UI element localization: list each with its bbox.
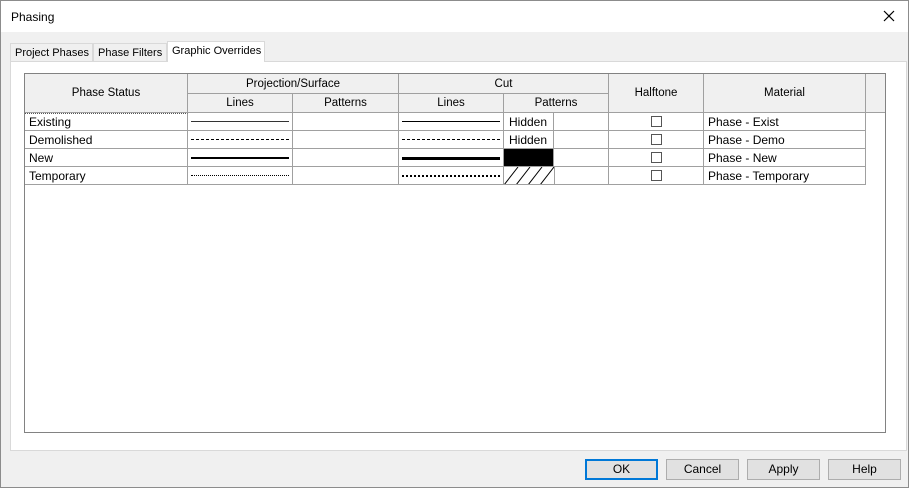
proj-pattern-cell[interactable] bbox=[293, 113, 399, 131]
line-sample bbox=[191, 157, 289, 159]
proj-line-cell[interactable] bbox=[188, 131, 293, 149]
proj-pattern-cell[interactable] bbox=[293, 149, 399, 167]
graphic-overrides-panel: Phase Status Projection/Surface Cut Half… bbox=[10, 61, 907, 451]
header-cut[interactable]: Cut bbox=[399, 74, 609, 94]
proj-line-cell[interactable] bbox=[188, 167, 293, 185]
row-status-cell[interactable]: Demolished bbox=[25, 131, 188, 149]
header-projection-surface[interactable]: Projection/Surface bbox=[188, 74, 399, 94]
header-cut-lines[interactable]: Lines bbox=[399, 94, 504, 113]
cancel-button[interactable]: Cancel bbox=[666, 459, 739, 480]
proj-pattern-cell[interactable] bbox=[293, 131, 399, 149]
cut-line-cell[interactable] bbox=[399, 113, 504, 131]
halftone-checkbox[interactable] bbox=[650, 116, 662, 127]
cut-pattern-cell[interactable]: Hidden bbox=[504, 131, 609, 149]
row-status-cell[interactable]: Existing bbox=[25, 113, 188, 131]
window-title: Phasing bbox=[11, 10, 55, 24]
close-icon bbox=[883, 10, 895, 22]
header-halftone[interactable]: Halftone bbox=[609, 74, 704, 113]
material-cell[interactable]: Phase - Temporary bbox=[704, 167, 866, 185]
line-sample bbox=[191, 121, 289, 122]
header-filler bbox=[866, 74, 885, 113]
overrides-grid: Phase Status Projection/Surface Cut Half… bbox=[24, 73, 886, 433]
row-status-cell[interactable]: New bbox=[25, 149, 188, 167]
halftone-checkbox[interactable] bbox=[650, 134, 662, 145]
halftone-cell[interactable] bbox=[609, 131, 704, 149]
row-status-cell[interactable]: Temporary bbox=[25, 167, 188, 185]
phasing-dialog: Phasing Project Phases Phase Filters Gra… bbox=[0, 0, 909, 488]
halftone-cell[interactable] bbox=[609, 149, 704, 167]
title-bar: Phasing bbox=[1, 1, 908, 32]
material-cell[interactable]: Phase - Exist bbox=[704, 113, 866, 131]
close-button[interactable] bbox=[876, 5, 902, 27]
cut-line-cell[interactable] bbox=[399, 131, 504, 149]
pattern-swatch: Hidden bbox=[504, 113, 554, 130]
proj-pattern-cell[interactable] bbox=[293, 167, 399, 185]
line-sample bbox=[191, 175, 289, 176]
line-sample bbox=[402, 175, 500, 177]
line-sample bbox=[402, 121, 500, 122]
ok-button[interactable]: OK bbox=[585, 459, 658, 480]
tab-graphic-overrides[interactable]: Graphic Overrides bbox=[167, 41, 265, 62]
cut-pattern-cell[interactable] bbox=[504, 149, 609, 167]
material-cell[interactable]: Phase - Demo bbox=[704, 131, 866, 149]
cut-pattern-cell[interactable]: Hidden bbox=[504, 113, 609, 131]
proj-line-cell[interactable] bbox=[188, 149, 293, 167]
header-phase-status[interactable]: Phase Status bbox=[25, 74, 188, 113]
cut-pattern-cell[interactable] bbox=[504, 167, 609, 185]
diagonal-hatch-swatch bbox=[504, 167, 555, 184]
apply-button[interactable]: Apply bbox=[747, 459, 820, 480]
halftone-cell[interactable] bbox=[609, 113, 704, 131]
line-sample bbox=[402, 139, 500, 140]
halftone-checkbox[interactable] bbox=[650, 152, 662, 163]
help-button[interactable]: Help bbox=[828, 459, 901, 480]
header-proj-lines[interactable]: Lines bbox=[188, 94, 293, 113]
tab-project-phases[interactable]: Project Phases bbox=[10, 43, 93, 62]
solid-fill-swatch bbox=[504, 149, 554, 166]
proj-line-cell[interactable] bbox=[188, 113, 293, 131]
header-cut-patterns[interactable]: Patterns bbox=[504, 94, 609, 113]
line-sample bbox=[402, 157, 500, 160]
pattern-swatch: Hidden bbox=[504, 131, 554, 148]
line-sample bbox=[191, 139, 289, 140]
halftone-checkbox[interactable] bbox=[650, 170, 662, 181]
header-material[interactable]: Material bbox=[704, 74, 866, 113]
cut-line-cell[interactable] bbox=[399, 167, 504, 185]
tab-phase-filters[interactable]: Phase Filters bbox=[93, 43, 167, 62]
cut-line-cell[interactable] bbox=[399, 149, 504, 167]
halftone-cell[interactable] bbox=[609, 167, 704, 185]
header-proj-patterns[interactable]: Patterns bbox=[293, 94, 399, 113]
material-cell[interactable]: Phase - New bbox=[704, 149, 866, 167]
